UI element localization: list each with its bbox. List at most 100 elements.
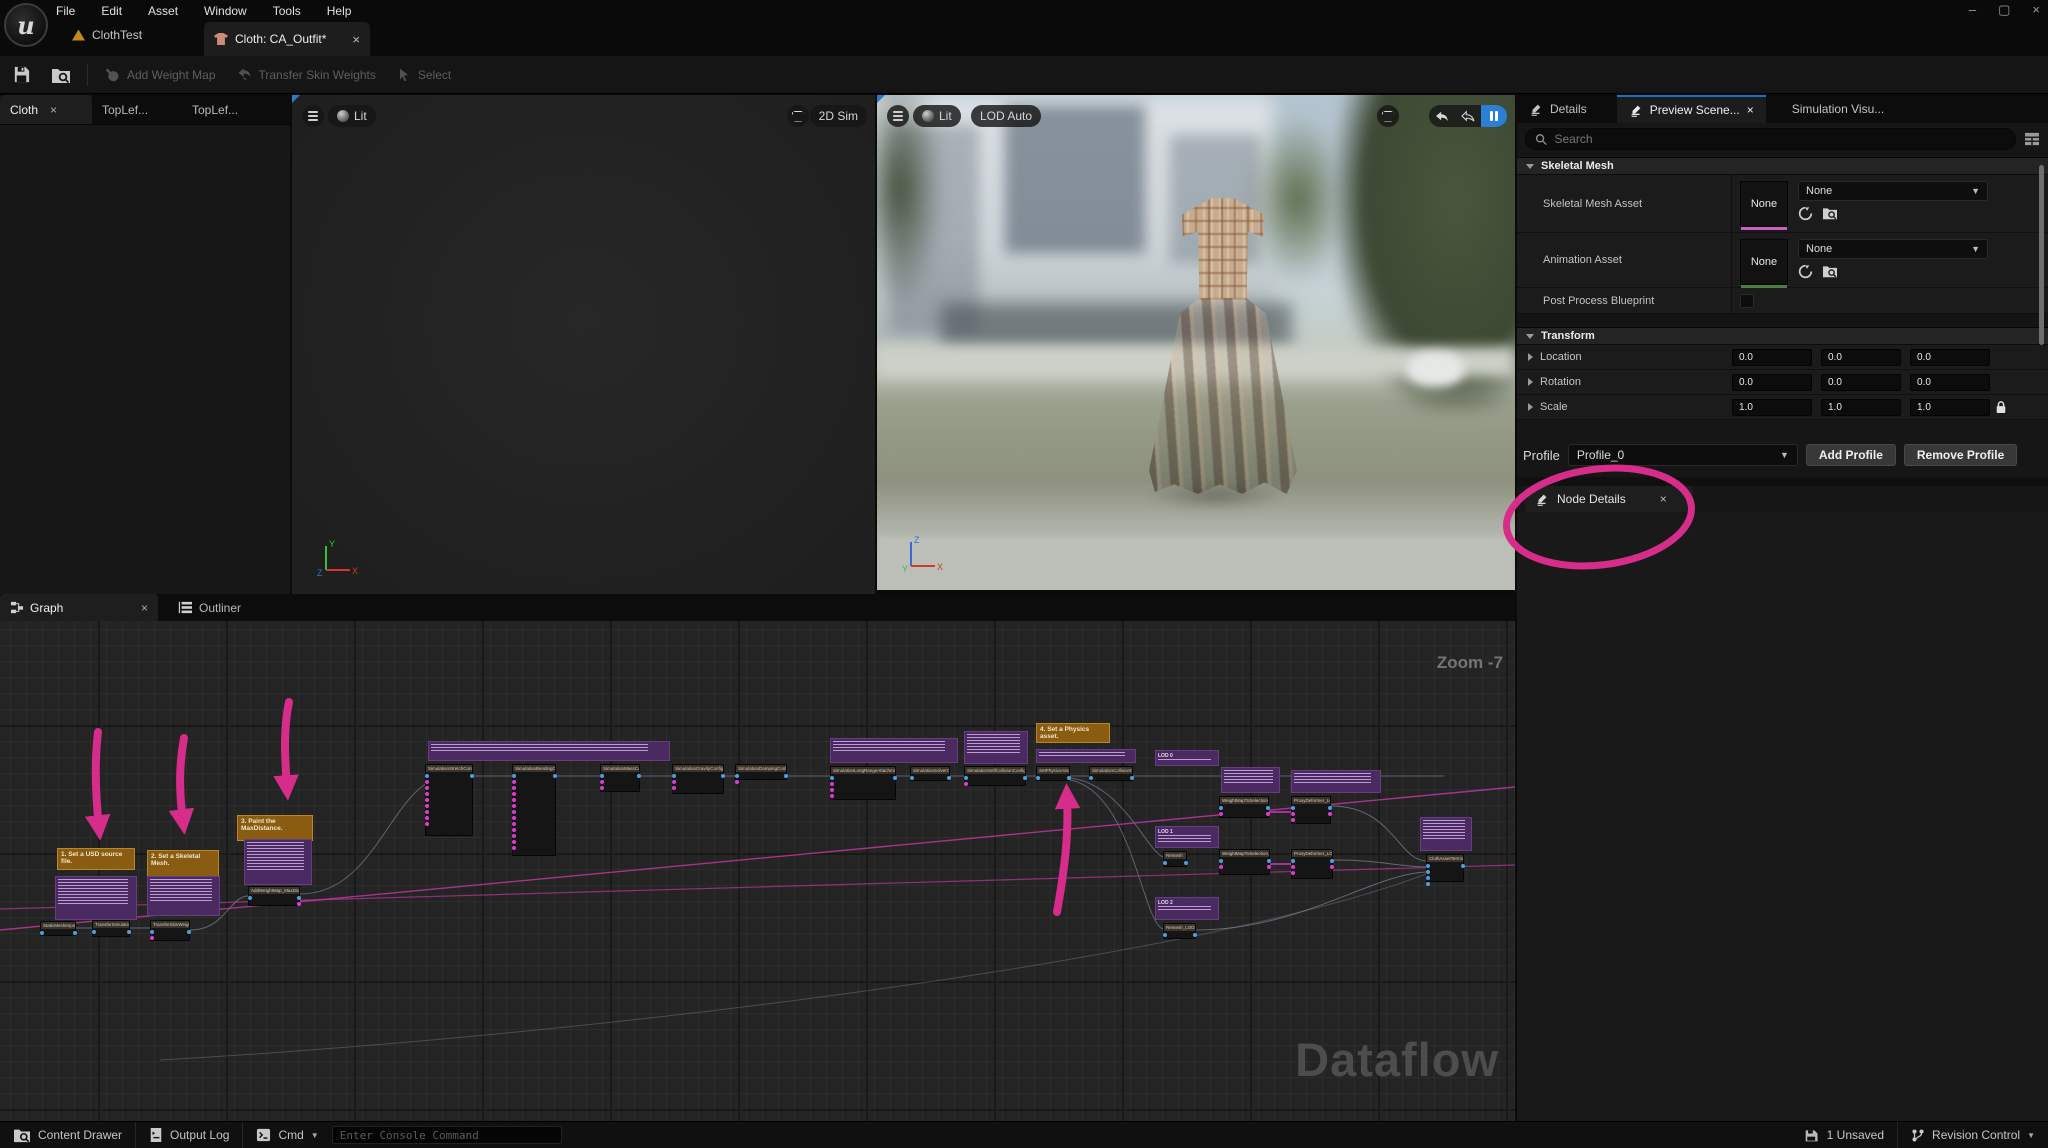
location-z-field[interactable]: 0.0 <box>1910 349 1990 366</box>
scale-z-field[interactable]: 1.0 <box>1910 399 1990 416</box>
menu-asset[interactable]: Asset <box>140 3 186 19</box>
scale-y-field[interactable]: 1.0 <box>1821 399 1901 416</box>
graph-tab-strip: Graph × Outliner <box>0 594 1515 621</box>
menu-file[interactable]: File <box>48 3 83 19</box>
tab-graph[interactable]: Graph × <box>0 594 158 621</box>
rewind-simulation-button[interactable] <box>1429 105 1455 127</box>
search-input[interactable] <box>1554 132 2006 146</box>
skeletal-mesh-asset-combo[interactable]: None ▼ <box>1798 181 1988 201</box>
tab-close-icon[interactable]: × <box>1660 492 1667 506</box>
tab-outliner[interactable]: Outliner <box>168 594 251 621</box>
expand-arrow-icon[interactable] <box>1528 403 1533 411</box>
browse-to-asset-icon[interactable] <box>1822 264 1838 278</box>
chevron-down-icon: ▼ <box>311 1131 319 1140</box>
profile-combo[interactable]: Profile_0 ▼ <box>1568 444 1798 466</box>
tab-close-icon[interactable]: × <box>50 103 57 117</box>
menu-help[interactable]: Help <box>319 3 360 19</box>
cloth-panel-tab-1[interactable]: TopLef... <box>92 95 182 124</box>
zoom-level-label: Zoom -7 <box>1437 653 1503 673</box>
remove-profile-button[interactable]: Remove Profile <box>1904 444 2017 466</box>
graph-canvas[interactable]: Zoom -7 Dataflow <box>0 621 1515 1121</box>
section-transform[interactable]: Transform <box>1517 327 2048 345</box>
tab-clothtest[interactable]: ClothTest <box>72 28 142 42</box>
cloth-panel-tab-2[interactable]: TopLef... <box>182 95 272 124</box>
unreal-editor-window: File Edit Asset Window Tools Help – ▢ × u Clo… <box>0 0 2048 1148</box>
browse-asset-button[interactable] <box>41 56 81 93</box>
cmd-selector[interactable]: Cmd ▼ <box>243 1122 331 1148</box>
tab-close-icon[interactable]: × <box>141 601 148 615</box>
step-back-button[interactable] <box>1455 105 1481 127</box>
folder-search-icon <box>51 66 71 84</box>
close-button[interactable]: × <box>2032 2 2040 18</box>
section-skeletal-mesh[interactable]: Skeletal Mesh <box>1517 157 2048 175</box>
content-drawer-button[interactable]: Content Drawer <box>0 1122 135 1148</box>
minimize-button[interactable]: – <box>1969 2 1976 18</box>
location-x-field[interactable]: 0.0 <box>1732 349 1812 366</box>
expand-arrow-icon[interactable] <box>1528 353 1533 361</box>
viewport-menu-button[interactable] <box>887 105 909 127</box>
sim-mesh-toggle-button[interactable] <box>787 105 809 127</box>
details-scrollbar[interactable] <box>2039 165 2044 345</box>
revision-control-button[interactable]: Revision Control ▼ <box>1898 1122 2048 1148</box>
view-mode-lit-button[interactable]: Lit <box>328 105 376 127</box>
tab-cloth-asset[interactable]: Cloth: CA_Outfit* × <box>204 22 370 56</box>
expand-arrow-icon[interactable] <box>1528 378 1533 386</box>
unsaved-button[interactable]: * 1 Unsaved <box>1791 1122 1897 1148</box>
lod-auto-button[interactable]: LOD Auto <box>971 105 1041 127</box>
tab-label: TopLef... <box>102 103 148 117</box>
rotation-y-field[interactable]: 0.0 <box>1821 374 1901 391</box>
cloth-panel-tab-0[interactable]: Cloth × <box>0 95 92 124</box>
asset-thumbnail[interactable]: None <box>1740 239 1788 285</box>
add-weight-map-button[interactable]: Add Weight Map <box>94 56 226 93</box>
animation-asset-combo[interactable]: None ▼ <box>1798 239 1988 259</box>
revision-control-branch-icon <box>1911 1128 1925 1143</box>
viewport-menu-button[interactable] <box>302 105 324 127</box>
hamburger-icon <box>893 111 903 121</box>
menu-edit[interactable]: Edit <box>93 3 130 19</box>
menu-window[interactable]: Window <box>196 3 255 19</box>
browse-to-asset-icon[interactable] <box>1822 206 1838 220</box>
rotation-x-field[interactable]: 0.0 <box>1732 374 1812 391</box>
use-selected-icon[interactable] <box>1798 264 1813 279</box>
use-selected-icon[interactable] <box>1798 206 1813 221</box>
location-y-field[interactable]: 0.0 <box>1821 349 1901 366</box>
tab-close-icon[interactable]: × <box>1747 103 1754 117</box>
search-box[interactable] <box>1525 128 2016 150</box>
tab-simulation-visualization[interactable]: Simulation Visu... <box>1780 95 1897 123</box>
panel-gap <box>1517 477 2048 486</box>
tab-details[interactable]: Details <box>1517 95 1599 123</box>
tab-label: Cloth <box>10 103 38 117</box>
post-process-checkbox[interactable] <box>1740 294 1754 308</box>
maximize-button[interactable]: ▢ <box>1998 2 2010 18</box>
sim-mode-button[interactable]: 2D Sim <box>810 105 867 127</box>
transfer-skin-weights-button[interactable]: Transfer Skin Weights <box>226 56 386 93</box>
view-mode-lit-button[interactable]: Lit <box>913 105 961 127</box>
tab-simulation-visualization-label: Simulation Visu... <box>1792 102 1885 116</box>
tab-preview-scene[interactable]: Preview Scene... × <box>1617 95 1766 123</box>
tab-close-icon[interactable]: × <box>344 32 360 47</box>
output-log-label: Output Log <box>170 1128 229 1142</box>
settings-grid-icon[interactable] <box>2024 132 2040 146</box>
unreal-logo-icon: u <box>4 3 48 47</box>
pause-simulation-button[interactable] <box>1481 105 1507 127</box>
save-button[interactable] <box>0 56 41 93</box>
section-title: Transform <box>1541 330 1595 342</box>
output-log-button[interactable]: Output Log <box>136 1122 242 1148</box>
asset-thumbnail[interactable]: None <box>1740 181 1788 227</box>
viewport-3d-preview[interactable]: Lit LOD Auto Z X Y <box>877 95 1515 590</box>
add-profile-button[interactable]: Add Profile <box>1806 444 1896 466</box>
tab-node-details[interactable]: Node Details × <box>1525 486 1693 512</box>
profile-value: Profile_0 <box>1577 448 1624 462</box>
chevron-down-icon: ▼ <box>1780 450 1789 460</box>
select-button[interactable]: Select <box>386 56 461 93</box>
select-label: Select <box>418 68 451 82</box>
scale-x-field[interactable]: 1.0 <box>1732 399 1812 416</box>
lock-icon[interactable] <box>1995 400 2007 414</box>
render-mesh-toggle-button[interactable] <box>1377 105 1399 127</box>
rotation-z-field[interactable]: 0.0 <box>1910 374 1990 391</box>
rewind-icon <box>1435 110 1449 122</box>
menu-tools[interactable]: Tools <box>265 3 309 19</box>
tab-preview-scene-label: Preview Scene... <box>1650 103 1740 117</box>
console-command-input[interactable] <box>332 1126 562 1144</box>
viewport-2d-sim[interactable]: Lit 2D Sim Y X Z <box>292 95 875 594</box>
